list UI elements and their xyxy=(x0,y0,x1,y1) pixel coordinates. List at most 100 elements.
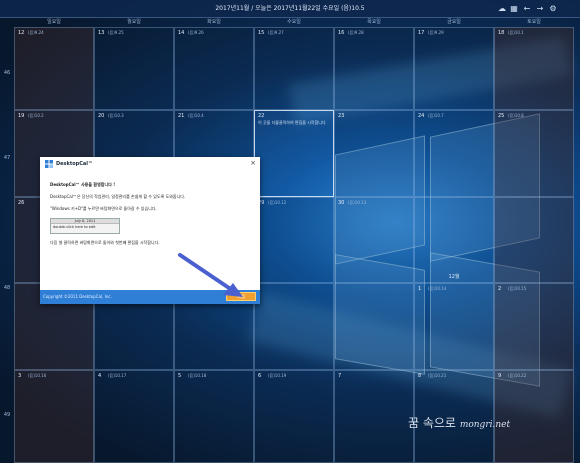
day-number: 20 xyxy=(98,113,105,119)
lunar-date: (음)10.16 xyxy=(28,373,47,378)
lunar-date: (음)9.29 xyxy=(428,30,444,35)
watermark-main: 꿈 속으로 xyxy=(408,416,456,430)
weekday-header: 수요일 xyxy=(287,19,301,25)
day-cell[interactable]: 1 (음)10.14 xyxy=(414,283,494,370)
lunar-date: (음)10.7 xyxy=(428,113,444,118)
day-cell[interactable]: 14 (음)9.26 xyxy=(174,27,254,110)
day-cell[interactable]: 2 (음)10.15 xyxy=(494,283,574,370)
lunar-date: (음)9.25 xyxy=(108,30,124,35)
day-number: 14 xyxy=(178,30,185,36)
day-cell[interactable]: 12 (음)9.24 xyxy=(14,27,94,110)
next-button[interactable]: 다음 xyxy=(226,292,256,301)
shortcut-text: "Windows 키+D"를 누르면 바탕화면으로 돌아갈 수 있습니다. xyxy=(50,206,157,211)
day-number: 1 xyxy=(418,286,422,292)
day-cell[interactable]: 30 (음)10.13 xyxy=(334,197,414,283)
day-number: 15 xyxy=(258,30,265,36)
weekday-header: 화요일 xyxy=(207,19,221,25)
day-number: 30 xyxy=(338,200,345,206)
calendar-header: 2017년11월 / 오늘은 2017년11월22일 수요일 (음)10.5 ☁… xyxy=(0,0,580,18)
intro-text: DesktopCal™은 당신의 작업관리, 일정관리를 손쉽게 할 수 있도록… xyxy=(50,194,186,199)
welcome-heading: DesktopCal™ 사용을 환영합니다 ! xyxy=(50,182,116,187)
day-cell[interactable]: 17 (음)9.29 xyxy=(414,27,494,110)
day-number: 12 xyxy=(18,30,25,36)
day-cell[interactable]: 23 xyxy=(334,110,414,197)
lunar-date: (음)10.12 xyxy=(268,200,287,205)
day-number: 23 xyxy=(338,113,345,119)
day-number: 16 xyxy=(338,30,345,36)
day-cell[interactable] xyxy=(254,283,334,370)
lunar-date: (음)10.21 xyxy=(428,373,447,378)
dialog-body: DesktopCal™ 사용을 환영합니다 ! DesktopCal™은 당신의… xyxy=(50,182,255,252)
day-number: 2 xyxy=(498,286,502,292)
day-cell[interactable]: 6 (음)10.19 xyxy=(254,370,334,463)
weekday-header: 일요일 xyxy=(47,19,61,25)
day-cell[interactable]: 15 (음)9.27 xyxy=(254,27,334,110)
day-cell[interactable]: 24 (음)10.7 xyxy=(414,110,494,197)
day-cell[interactable]: 13 (음)9.25 xyxy=(94,27,174,110)
dialog-footer: Copyright ©2011 DesktopCal, Inc. 다음 xyxy=(40,290,260,304)
lunar-date: (음)10.15 xyxy=(508,286,527,291)
lunar-date: (음)9.27 xyxy=(268,30,284,35)
lunar-date: (음)10.1 xyxy=(508,30,524,35)
cell-note: 이 곳을 더블클릭하여 편집을 시작합니다 xyxy=(258,120,326,125)
next-step-text: 다음 셀 클릭하면 바탕화면으로 돌아와 첫번째 편집을 시작합니다. xyxy=(50,240,160,245)
day-cell[interactable]: 3 (음)10.16 xyxy=(14,370,94,463)
lunar-date: (음)9.24 xyxy=(28,30,44,35)
day-cell[interactable] xyxy=(494,197,574,283)
day-cell[interactable]: 16 (음)9.28 xyxy=(334,27,414,110)
day-cell[interactable]: 25 (음)10.8 xyxy=(494,110,574,197)
month-label: 12월 xyxy=(448,274,460,280)
sample-hint: double-click here to edit xyxy=(53,225,96,229)
lunar-date: (음)10.18 xyxy=(188,373,207,378)
day-number: 5 xyxy=(178,373,182,379)
day-cell[interactable]: 29 (음)10.12 xyxy=(254,197,334,283)
day-number: 22 xyxy=(258,113,265,119)
welcome-dialog: DesktopCal™ × DesktopCal™ 사용을 환영합니다 ! De… xyxy=(40,157,260,304)
sample-cell: July 6, 2011 double-click here to edit xyxy=(50,218,120,234)
day-number: 24 xyxy=(418,113,425,119)
day-number: 13 xyxy=(98,30,105,36)
close-icon[interactable]: × xyxy=(250,159,256,167)
cloud-icon[interactable]: ☁ xyxy=(497,4,507,14)
weekday-header: 금요일 xyxy=(447,19,461,25)
dialog-title: DesktopCal™ xyxy=(56,161,94,167)
day-number: 18 xyxy=(498,30,505,36)
day-cell[interactable]: 5 (음)10.18 xyxy=(174,370,254,463)
lunar-date: (음)10.17 xyxy=(108,373,127,378)
watermark-sub: mongri.net xyxy=(459,420,511,430)
week-number: 49 xyxy=(3,412,11,418)
lunar-date: (음)10.4 xyxy=(188,113,204,118)
day-number: 3 xyxy=(18,373,22,379)
arrow-right-icon[interactable]: → xyxy=(535,4,545,14)
lunar-date: (음)10.14 xyxy=(428,286,447,291)
day-cell[interactable]: 4 (음)10.17 xyxy=(94,370,174,463)
day-cell[interactable]: 12월 xyxy=(414,197,494,283)
week-number: 47 xyxy=(3,155,11,161)
day-number: 9 xyxy=(498,373,502,379)
day-number: 25 xyxy=(498,113,505,119)
lunar-date: (음)9.26 xyxy=(188,30,204,35)
watermark: 꿈 속으로 mongri.net xyxy=(408,414,510,431)
day-number: 17 xyxy=(418,30,425,36)
day-number: 8 xyxy=(418,373,422,379)
day-number: 6 xyxy=(258,373,262,379)
lunar-date: (음)10.8 xyxy=(508,113,524,118)
lunar-date: (음)10.3 xyxy=(108,113,124,118)
lunar-date: (음)10.13 xyxy=(348,200,367,205)
gear-icon[interactable]: ⚙ xyxy=(548,4,558,14)
calendar-icon[interactable]: ▦ xyxy=(509,4,519,14)
arrow-left-icon[interactable]: ← xyxy=(522,4,532,14)
calendar-title: 2017년11월 / 오늘은 2017년11월22일 수요일 (음)10.5 xyxy=(215,5,365,12)
lunar-date: (음)10.22 xyxy=(508,373,527,378)
day-number: 4 xyxy=(98,373,102,379)
day-cell[interactable] xyxy=(334,283,414,370)
day-number: 21 xyxy=(178,113,185,119)
day-number: 26 xyxy=(18,200,25,206)
day-cell[interactable]: 22 이 곳을 더블클릭하여 편집을 시작합니다 xyxy=(254,110,334,197)
day-cell[interactable]: 18 (음)10.1 xyxy=(494,27,574,110)
week-number: 48 xyxy=(3,285,11,291)
day-cell[interactable]: 7 xyxy=(334,370,414,463)
lunar-date: (음)9.28 xyxy=(348,30,364,35)
week-number: 46 xyxy=(3,70,11,76)
copyright-text: Copyright ©2011 DesktopCal, Inc. xyxy=(43,294,112,299)
